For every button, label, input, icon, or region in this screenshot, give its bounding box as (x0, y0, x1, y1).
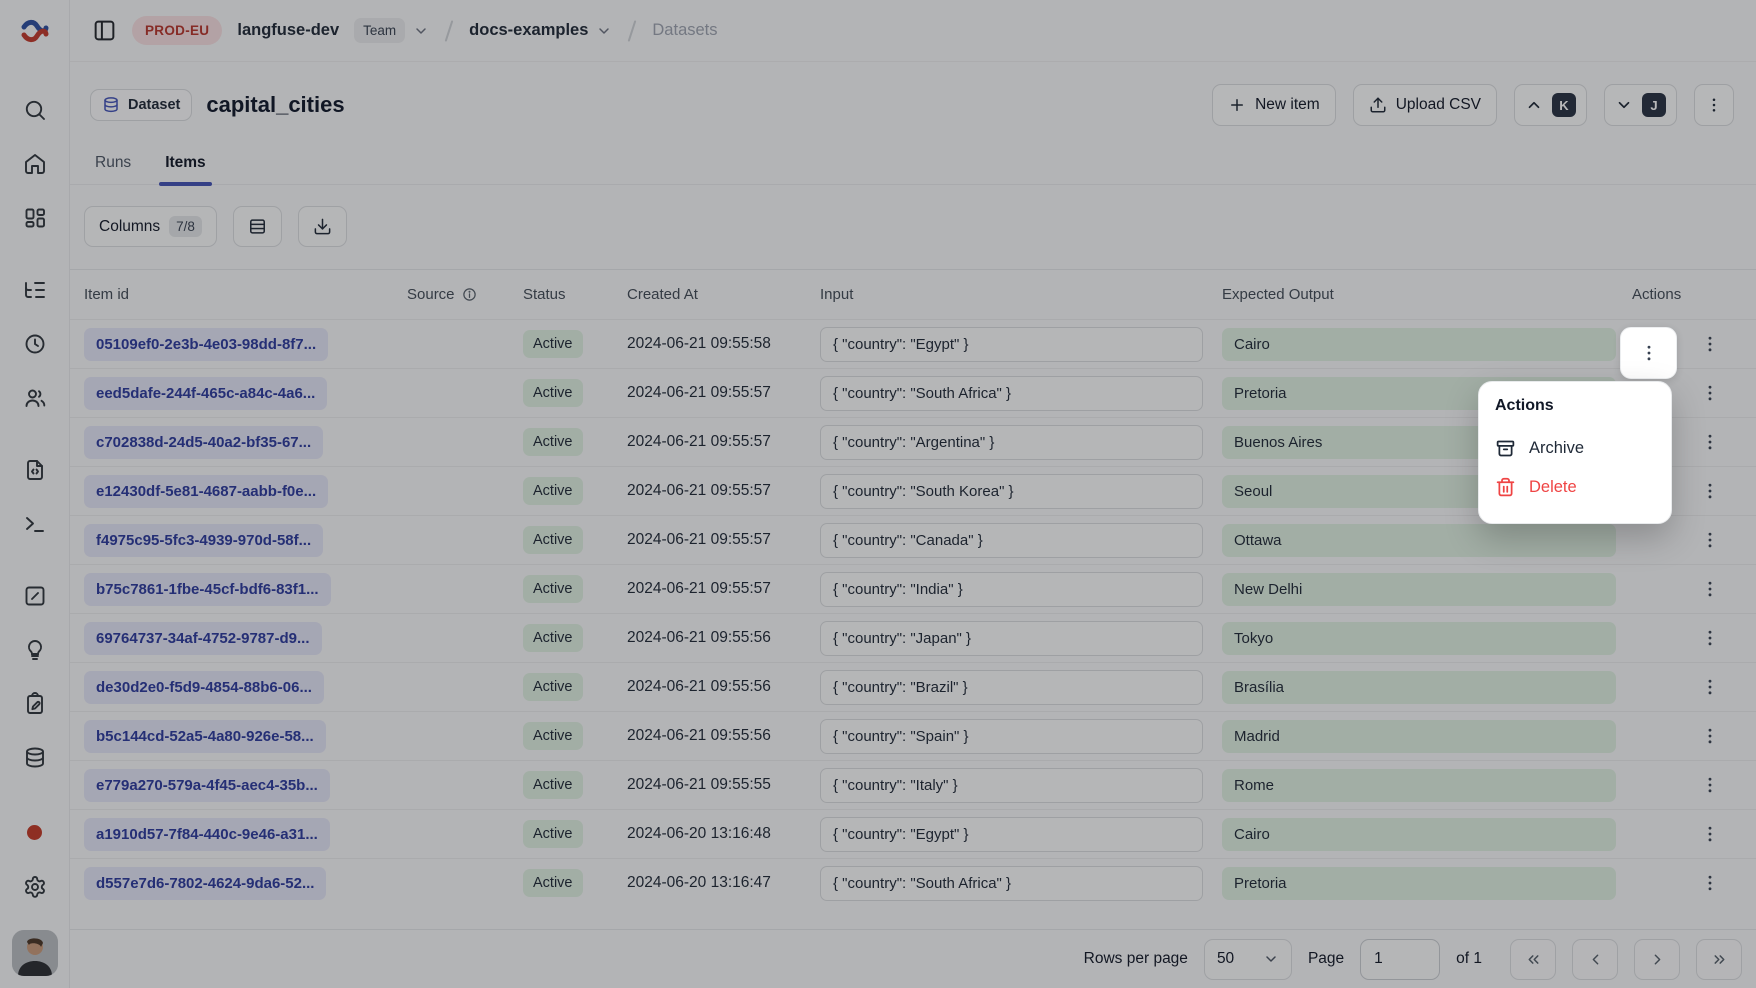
kebab-menu-icon (1639, 343, 1659, 363)
menu-item-delete[interactable]: Delete (1495, 468, 1655, 507)
archive-icon (1495, 438, 1516, 459)
open-row-actions-button[interactable] (1620, 327, 1677, 379)
trash-icon (1495, 477, 1516, 498)
app-root: PROD-EU langfuse-dev Team docs-examples … (0, 0, 1756, 988)
actions-menu-title: Actions (1495, 397, 1655, 415)
actions-menu-items: ArchiveDelete (1495, 429, 1655, 507)
row-actions-menu: Actions ArchiveDelete (1478, 381, 1672, 524)
menu-item-archive[interactable]: Archive (1495, 429, 1655, 468)
